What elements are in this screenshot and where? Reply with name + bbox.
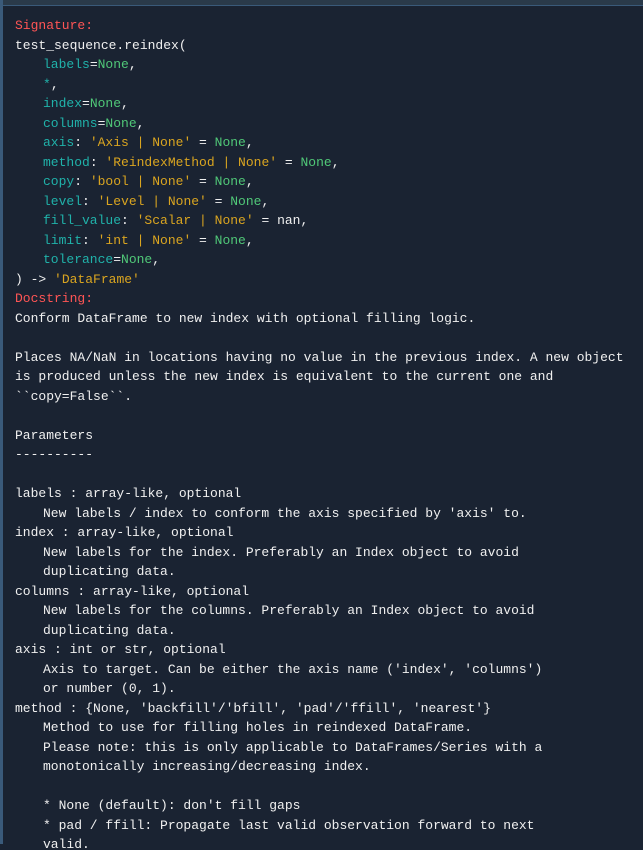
doc-param-desc: New labels for the columns. Preferably a… bbox=[15, 601, 635, 621]
param-line: method: 'ReindexMethod | None' = None, bbox=[15, 153, 635, 173]
docstring-summary: Conform DataFrame to new index with opti… bbox=[15, 309, 635, 329]
param-line: columns=None, bbox=[15, 114, 635, 134]
signature-params: labels=None,*,index=None,columns=None,ax… bbox=[15, 55, 635, 270]
doc-param-desc: or number (0, 1). bbox=[15, 679, 635, 699]
param-line: tolerance=None, bbox=[15, 250, 635, 270]
desc-line: ``copy=False``. bbox=[15, 387, 635, 407]
desc-line: is produced unless the new index is equi… bbox=[15, 367, 635, 387]
desc-line: Places NA/NaN in locations having no val… bbox=[15, 348, 635, 368]
param-line: level: 'Level | None' = None, bbox=[15, 192, 635, 212]
doc-param-desc: New labels / index to conform the axis s… bbox=[15, 504, 635, 524]
docstring-header: Docstring: bbox=[15, 289, 635, 309]
doc-param-name: columns : array-like, optional bbox=[15, 582, 635, 602]
doc-param-desc: valid. bbox=[15, 835, 635, 850]
doc-param-desc: monotonically increasing/decreasing inde… bbox=[15, 757, 635, 777]
doc-param-desc: Method to use for filling holes in reind… bbox=[15, 718, 635, 738]
doc-param-desc: * pad / ffill: Propagate last valid obse… bbox=[15, 816, 635, 836]
doc-param-name: labels : array-like, optional bbox=[15, 484, 635, 504]
param-line: limit: 'int | None' = None, bbox=[15, 231, 635, 251]
doc-param-name: axis : int or str, optional bbox=[15, 640, 635, 660]
doc-param-desc: Please note: this is only applicable to … bbox=[15, 738, 635, 758]
signature-close: ) -> 'DataFrame' bbox=[15, 270, 635, 290]
params-divider: ---------- bbox=[15, 445, 635, 465]
param-line: *, bbox=[15, 75, 635, 95]
param-line: fill_value: 'Scalar | None' = nan, bbox=[15, 211, 635, 231]
param-line: copy: 'bool | None' = None, bbox=[15, 172, 635, 192]
function-name-line: test_sequence.reindex( bbox=[15, 36, 635, 56]
doc-param-name: index : array-like, optional bbox=[15, 523, 635, 543]
docstring-params: labels : array-like, optionalNew labels … bbox=[15, 484, 635, 850]
doc-param-desc: Axis to target. Can be either the axis n… bbox=[15, 660, 635, 680]
params-header: Parameters bbox=[15, 426, 635, 446]
doc-param-desc: duplicating data. bbox=[15, 562, 635, 582]
docstring-description: Places NA/NaN in locations having no val… bbox=[15, 348, 635, 407]
param-line: labels=None, bbox=[15, 55, 635, 75]
signature-header: Signature: bbox=[15, 16, 635, 36]
blank-line bbox=[15, 465, 635, 485]
blank-line bbox=[15, 328, 635, 348]
doc-param-desc: New labels for the index. Preferably an … bbox=[15, 543, 635, 563]
blank-line bbox=[15, 406, 635, 426]
doc-param-desc: duplicating data. bbox=[15, 621, 635, 641]
doc-param-desc: * None (default): don't fill gaps bbox=[15, 796, 635, 816]
doc-viewer[interactable]: Signature: test_sequence.reindex( labels… bbox=[3, 6, 643, 850]
param-line: index=None, bbox=[15, 94, 635, 114]
doc-param-name: method : {None, 'backfill'/'bfill', 'pad… bbox=[15, 699, 635, 719]
doc-param-desc bbox=[15, 777, 635, 797]
param-line: axis: 'Axis | None' = None, bbox=[15, 133, 635, 153]
